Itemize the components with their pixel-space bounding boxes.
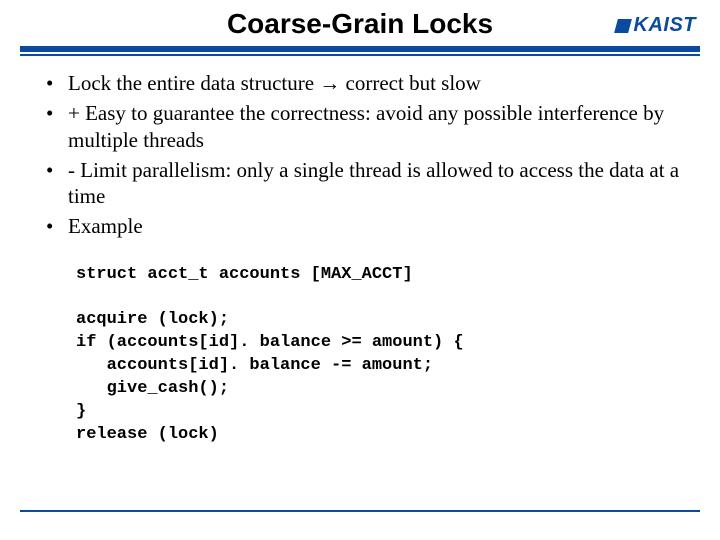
kaist-logo: KAIST <box>616 14 697 37</box>
code-block: struct acct_t accounts [MAX_ACCT] acquir… <box>76 264 680 448</box>
bullet-item: Lock the entire data structure → correct… <box>40 70 680 96</box>
bullet-item: - Limit parallelism: only a single threa… <box>40 157 680 210</box>
code-line: release (lock) <box>76 425 219 444</box>
code-line: acquire (lock); <box>76 310 229 329</box>
header-divider <box>0 46 720 56</box>
divider-thick <box>20 46 700 52</box>
bullet-item: Example <box>40 213 680 239</box>
bullet-list: Lock the entire data structure → correct… <box>40 70 680 240</box>
logo-mark-icon <box>614 19 632 33</box>
footer-divider <box>20 510 700 512</box>
bullet-item: + Easy to guarantee the correctness: avo… <box>40 100 680 153</box>
code-line: } <box>76 402 86 421</box>
slide-body: Lock the entire data structure → correct… <box>0 56 720 447</box>
slide-header: Coarse-Grain Locks KAIST <box>0 0 720 40</box>
code-line: struct acct_t accounts [MAX_ACCT] <box>76 265 413 284</box>
slide: Coarse-Grain Locks KAIST Lock the entire… <box>0 0 720 540</box>
logo-text: KAIST <box>634 14 697 37</box>
code-line: give_cash(); <box>76 379 229 398</box>
code-line: if (accounts[id]. balance >= amount) { <box>76 333 464 352</box>
code-line: accounts[id]. balance -= amount; <box>76 356 433 375</box>
slide-title: Coarse-Grain Locks <box>227 8 493 40</box>
